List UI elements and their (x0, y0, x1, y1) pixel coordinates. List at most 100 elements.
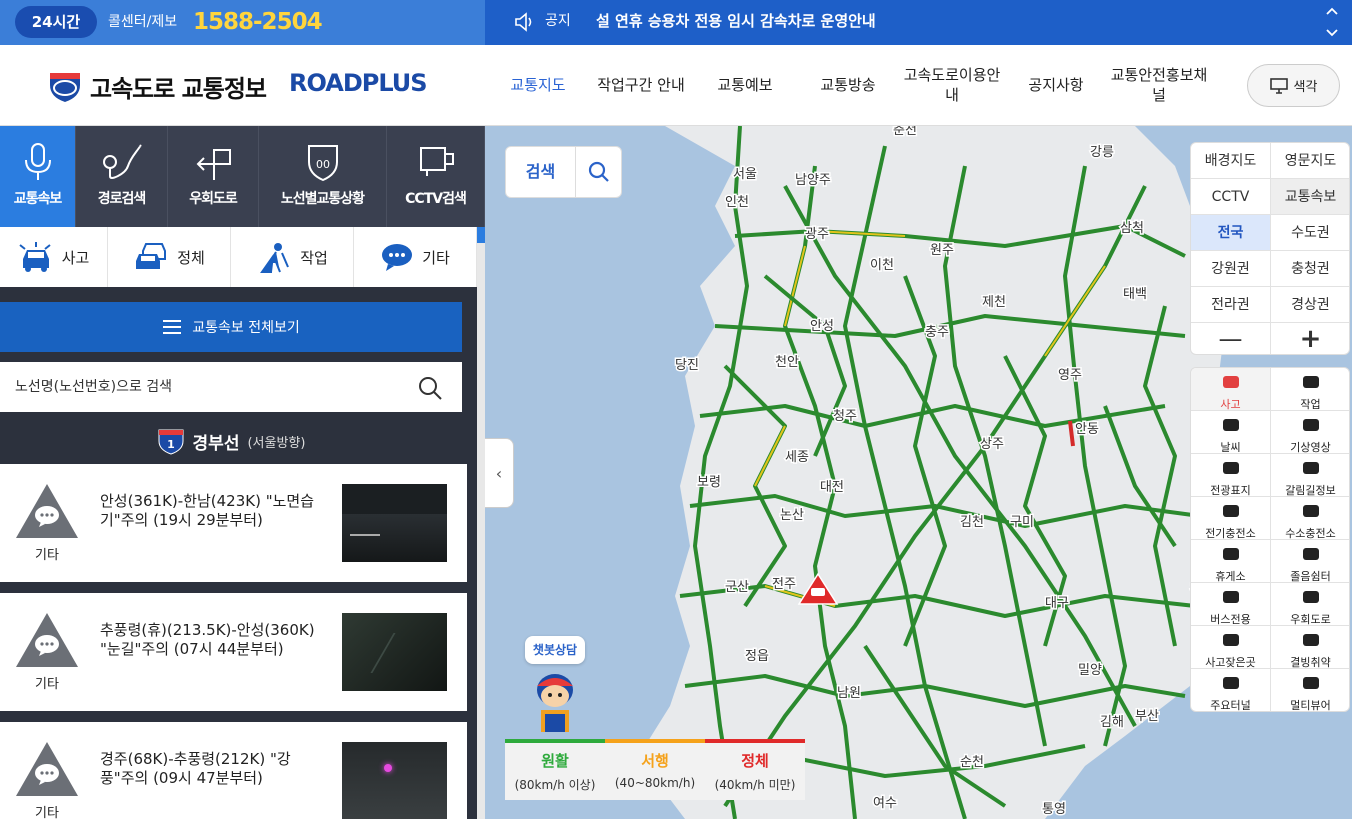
map-search-button[interactable]: 검색 (505, 146, 622, 198)
tunnel-layer-button[interactable]: 주요터널 (1191, 669, 1271, 712)
english-map-toggle[interactable]: 영문지도 (1271, 143, 1349, 179)
category-accident[interactable]: 사고 (0, 227, 108, 287)
news-card[interactable]: 기타 안성(361K)-한남(423K) "노면습기"주의 (19시 29분부터… (0, 464, 467, 582)
scroll-thumb[interactable] (477, 227, 485, 243)
notice-text[interactable]: 설 연휴 승용차 전용 임시 감속차로 운영안내 (596, 0, 876, 42)
sidebar-scrollbar[interactable] (477, 227, 485, 819)
weather-layer-button[interactable]: 날씨 (1191, 411, 1271, 454)
news-kind: 기타 (35, 677, 59, 692)
accident-car-icon (19, 242, 51, 272)
ex-logo-icon[interactable] (46, 67, 84, 103)
mascot-icon (537, 674, 573, 732)
monitor-icon (1269, 77, 1288, 94)
cctv-thumbnail[interactable] (342, 484, 447, 562)
place-label: 순천 (960, 755, 984, 770)
congestion-cars-icon (136, 243, 167, 269)
chatbot-label: 챗봇상담 (525, 636, 585, 664)
legend-jam: 정체 (40km/h 미만) (705, 739, 805, 800)
notice-label: 공지 (545, 13, 571, 29)
region-nationwide[interactable]: 전국 (1191, 215, 1271, 251)
layer-label: 수소충전소 (1285, 527, 1336, 540)
chatbot-button[interactable]: 챗봇상담 (525, 636, 585, 741)
brand-title[interactable]: 고속도로 교통정보 (90, 69, 267, 104)
notice-nav-icon[interactable] (1322, 2, 1342, 42)
ev-charger-layer-button[interactable]: 전기충전소 (1191, 497, 1271, 540)
junction-layer-button[interactable]: 갈림길정보 (1271, 454, 1349, 497)
route-search-input[interactable]: 노선명(노선번호)으로 검색 (0, 362, 462, 412)
region-gangwon[interactable]: 강원권 (1191, 251, 1271, 287)
nav-forecast[interactable]: 교통예보 (708, 45, 782, 125)
zoom-out-button[interactable]: — (1191, 323, 1271, 354)
layer-label: 작업 (1300, 398, 1321, 411)
place-label: 광주 (805, 227, 829, 242)
layer-label: 전기충전소 (1205, 527, 1256, 540)
icing-layer-button[interactable]: 결빙취약 (1271, 626, 1349, 669)
h2-icon (1303, 505, 1319, 517)
view-all-news-button[interactable]: 교통속보 전체보기 (0, 302, 462, 352)
work-layer-button[interactable]: 작업 (1271, 368, 1349, 411)
region-chungcheong[interactable]: 충청권 (1271, 251, 1349, 287)
chevron-left-icon: ‹ (495, 463, 503, 483)
nav-notice[interactable]: 공지사항 (1019, 45, 1093, 125)
weather-video-layer-button[interactable]: 기상영상 (1271, 411, 1349, 454)
accident-prone-layer-button[interactable]: 사고잦은곳 (1191, 626, 1271, 669)
search-icon[interactable] (417, 375, 443, 401)
satellite-icon (1303, 419, 1319, 431)
callcenter-phone[interactable]: 1588-2504 (193, 0, 323, 45)
top-bar: 24시간 콜센터/제보 1588-2504 공지 설 연휴 승용차 전용 임시 … (0, 0, 1352, 45)
menu-icon (163, 320, 182, 334)
place-label: 보령 (697, 475, 721, 490)
background-map-toggle[interactable]: 배경지도 (1191, 143, 1271, 179)
bus-lane-layer-button[interactable]: 버스전용 (1191, 583, 1271, 626)
news-card[interactable]: 기타 경주(68K)-추풍령(212K) "강풍"주의 (09시 47분부터) (0, 722, 467, 819)
nav-work-zone[interactable]: 작업구간 안내 (588, 45, 694, 125)
hydrogen-charger-layer-button[interactable]: 수소충전소 (1271, 497, 1349, 540)
collapse-sidebar-button[interactable]: ‹ (485, 438, 514, 508)
place-label: 춘천 (893, 126, 917, 138)
tab-detour[interactable]: 우회도로 (168, 126, 259, 227)
category-congestion[interactable]: 정체 (108, 227, 231, 287)
category-work[interactable]: 작업 (231, 227, 354, 287)
tab-route-search[interactable]: 경로검색 (76, 126, 168, 227)
legend-label: 원활 (541, 752, 569, 770)
place-label: 정읍 (745, 649, 769, 664)
accident-layer-button[interactable]: 사고 (1191, 368, 1271, 411)
nav-broadcast[interactable]: 교통방송 (810, 45, 886, 125)
zoom-in-button[interactable]: + (1271, 323, 1349, 354)
layer-label: 버스전용 (1210, 613, 1251, 626)
nav-safety-channel[interactable]: 교통안전홍보채널 (1104, 45, 1214, 125)
region-gyeongsang[interactable]: 경상권 (1271, 287, 1349, 323)
rest-area-layer-button[interactable]: 휴게소 (1191, 540, 1271, 583)
speed-legend: 원활 (80km/h 이상) 서행 (40~80km/h) 정체 (40km/h… (505, 739, 805, 800)
vms-layer-button[interactable]: 전광표지 (1191, 454, 1271, 497)
tab-route-status[interactable]: 00 노선별교통상황 (259, 126, 387, 227)
tab-cctv-search[interactable]: CCTV검색 (387, 126, 485, 227)
nav-usage-guide[interactable]: 고속도로이용안내 (897, 45, 1007, 125)
layer-label: 주요터널 (1210, 699, 1251, 712)
color-vision-button[interactable]: 색각 (1247, 64, 1340, 107)
cctv-toggle[interactable]: CCTV (1191, 179, 1271, 215)
route-number: 1 (167, 438, 175, 451)
traffic-news-toggle[interactable]: 교통속보 (1271, 179, 1349, 215)
cctv-thumbnail[interactable] (342, 742, 447, 819)
traffic-map[interactable]: 춘천 강릉 서울 남양주 인천 광주 원주 이천 삼척 제천 태백 안성 충주 당진 천안 영주 청주 안동 상주 보… (485, 126, 1352, 819)
news-kind: 기타 (35, 548, 59, 563)
legend-range: (80km/h 이상) (514, 778, 596, 792)
tab-traffic-news[interactable]: 교통속보 (0, 126, 76, 227)
detour-layer-button[interactable]: 우회도로 (1271, 583, 1349, 626)
place-label: 군산 (725, 580, 749, 595)
place-label: 세종 (785, 450, 809, 465)
place-label: 여수 (873, 796, 897, 811)
region-capital[interactable]: 수도권 (1271, 215, 1349, 251)
cctv-thumbnail[interactable] (342, 613, 447, 691)
detour-icon (196, 149, 231, 180)
region-jeolla[interactable]: 전라권 (1191, 287, 1271, 323)
news-text: 안성(361K)-한남(423K) "노면습기"주의 (19시 29분부터) (100, 492, 315, 529)
place-label: 남원 (837, 686, 861, 701)
category-other[interactable]: 기타 (354, 227, 477, 287)
multiviewer-layer-button[interactable]: 멀티뷰어 (1271, 669, 1349, 711)
nav-traffic-map[interactable]: 교통지도 (500, 45, 576, 125)
brand-title-en[interactable]: ROADPLUS (289, 69, 428, 97)
drowsy-shelter-layer-button[interactable]: 졸음쉼터 (1271, 540, 1349, 583)
news-card[interactable]: 기타 추풍령(휴)(213.5K)-안성(360K) "눈길"주의 (07시 4… (0, 593, 467, 711)
